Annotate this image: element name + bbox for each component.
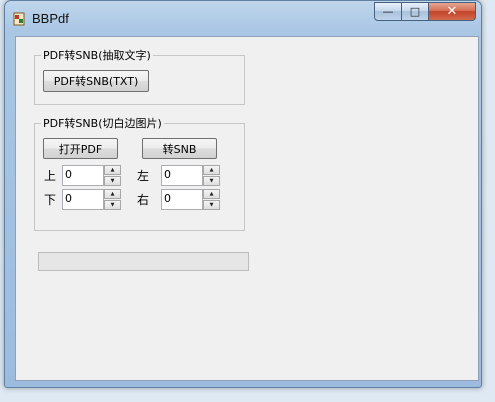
client-area: PDF转SNB(抽取文字) PDF转SNB(TXT) PDF转SNB(切白边图片… [15, 36, 479, 381]
crop-image-legend: PDF转SNB(切白边图片) [43, 117, 162, 130]
maximize-button[interactable]: □ [402, 2, 429, 21]
top-margin-input[interactable]: 0 [62, 165, 104, 186]
app-icon [13, 12, 25, 26]
right-margin-label: 右 [137, 193, 150, 207]
close-button[interactable]: ✕ [429, 2, 476, 21]
spin-up-icon[interactable]: ▲ [104, 165, 121, 175]
bottom-margin-input[interactable]: 0 [62, 189, 104, 210]
left-margin-spinner: 0 ▲ ▼ [161, 165, 221, 186]
open-pdf-button[interactable]: 打开PDF [43, 138, 118, 159]
spin-down-icon[interactable]: ▼ [104, 200, 121, 210]
spin-up-icon[interactable]: ▲ [203, 165, 220, 175]
bottom-margin-label: 下 [44, 193, 57, 207]
spin-up-icon[interactable]: ▲ [203, 189, 220, 199]
top-margin-spinner: 0 ▲ ▼ [62, 165, 122, 186]
pdf-to-snb-txt-button[interactable]: PDF转SNB(TXT) [43, 70, 149, 92]
spin-down-icon[interactable]: ▼ [104, 176, 121, 186]
title-bar[interactable]: BBPdf — □ ✕ [5, 1, 481, 33]
window-title: BBPdf [32, 11, 69, 26]
conversion-progress-bar [38, 252, 249, 271]
text-extract-legend: PDF转SNB(抽取文字) [43, 49, 151, 62]
spin-down-icon[interactable]: ▼ [203, 200, 220, 210]
left-margin-label: 左 [137, 169, 150, 183]
right-margin-spinner: 0 ▲ ▼ [161, 189, 221, 210]
top-margin-label: 上 [44, 169, 57, 183]
app-window: BBPdf — □ ✕ PDF转SNB(抽取文字) PDF转SNB(TXT) P… [4, 0, 482, 388]
left-margin-input[interactable]: 0 [161, 165, 203, 186]
bottom-margin-spinner: 0 ▲ ▼ [62, 189, 122, 210]
right-margin-input[interactable]: 0 [161, 189, 203, 210]
minimize-button[interactable]: — [374, 2, 402, 21]
spin-down-icon[interactable]: ▼ [203, 176, 220, 186]
convert-snb-button[interactable]: 转SNB [142, 138, 217, 159]
spin-up-icon[interactable]: ▲ [104, 189, 121, 199]
